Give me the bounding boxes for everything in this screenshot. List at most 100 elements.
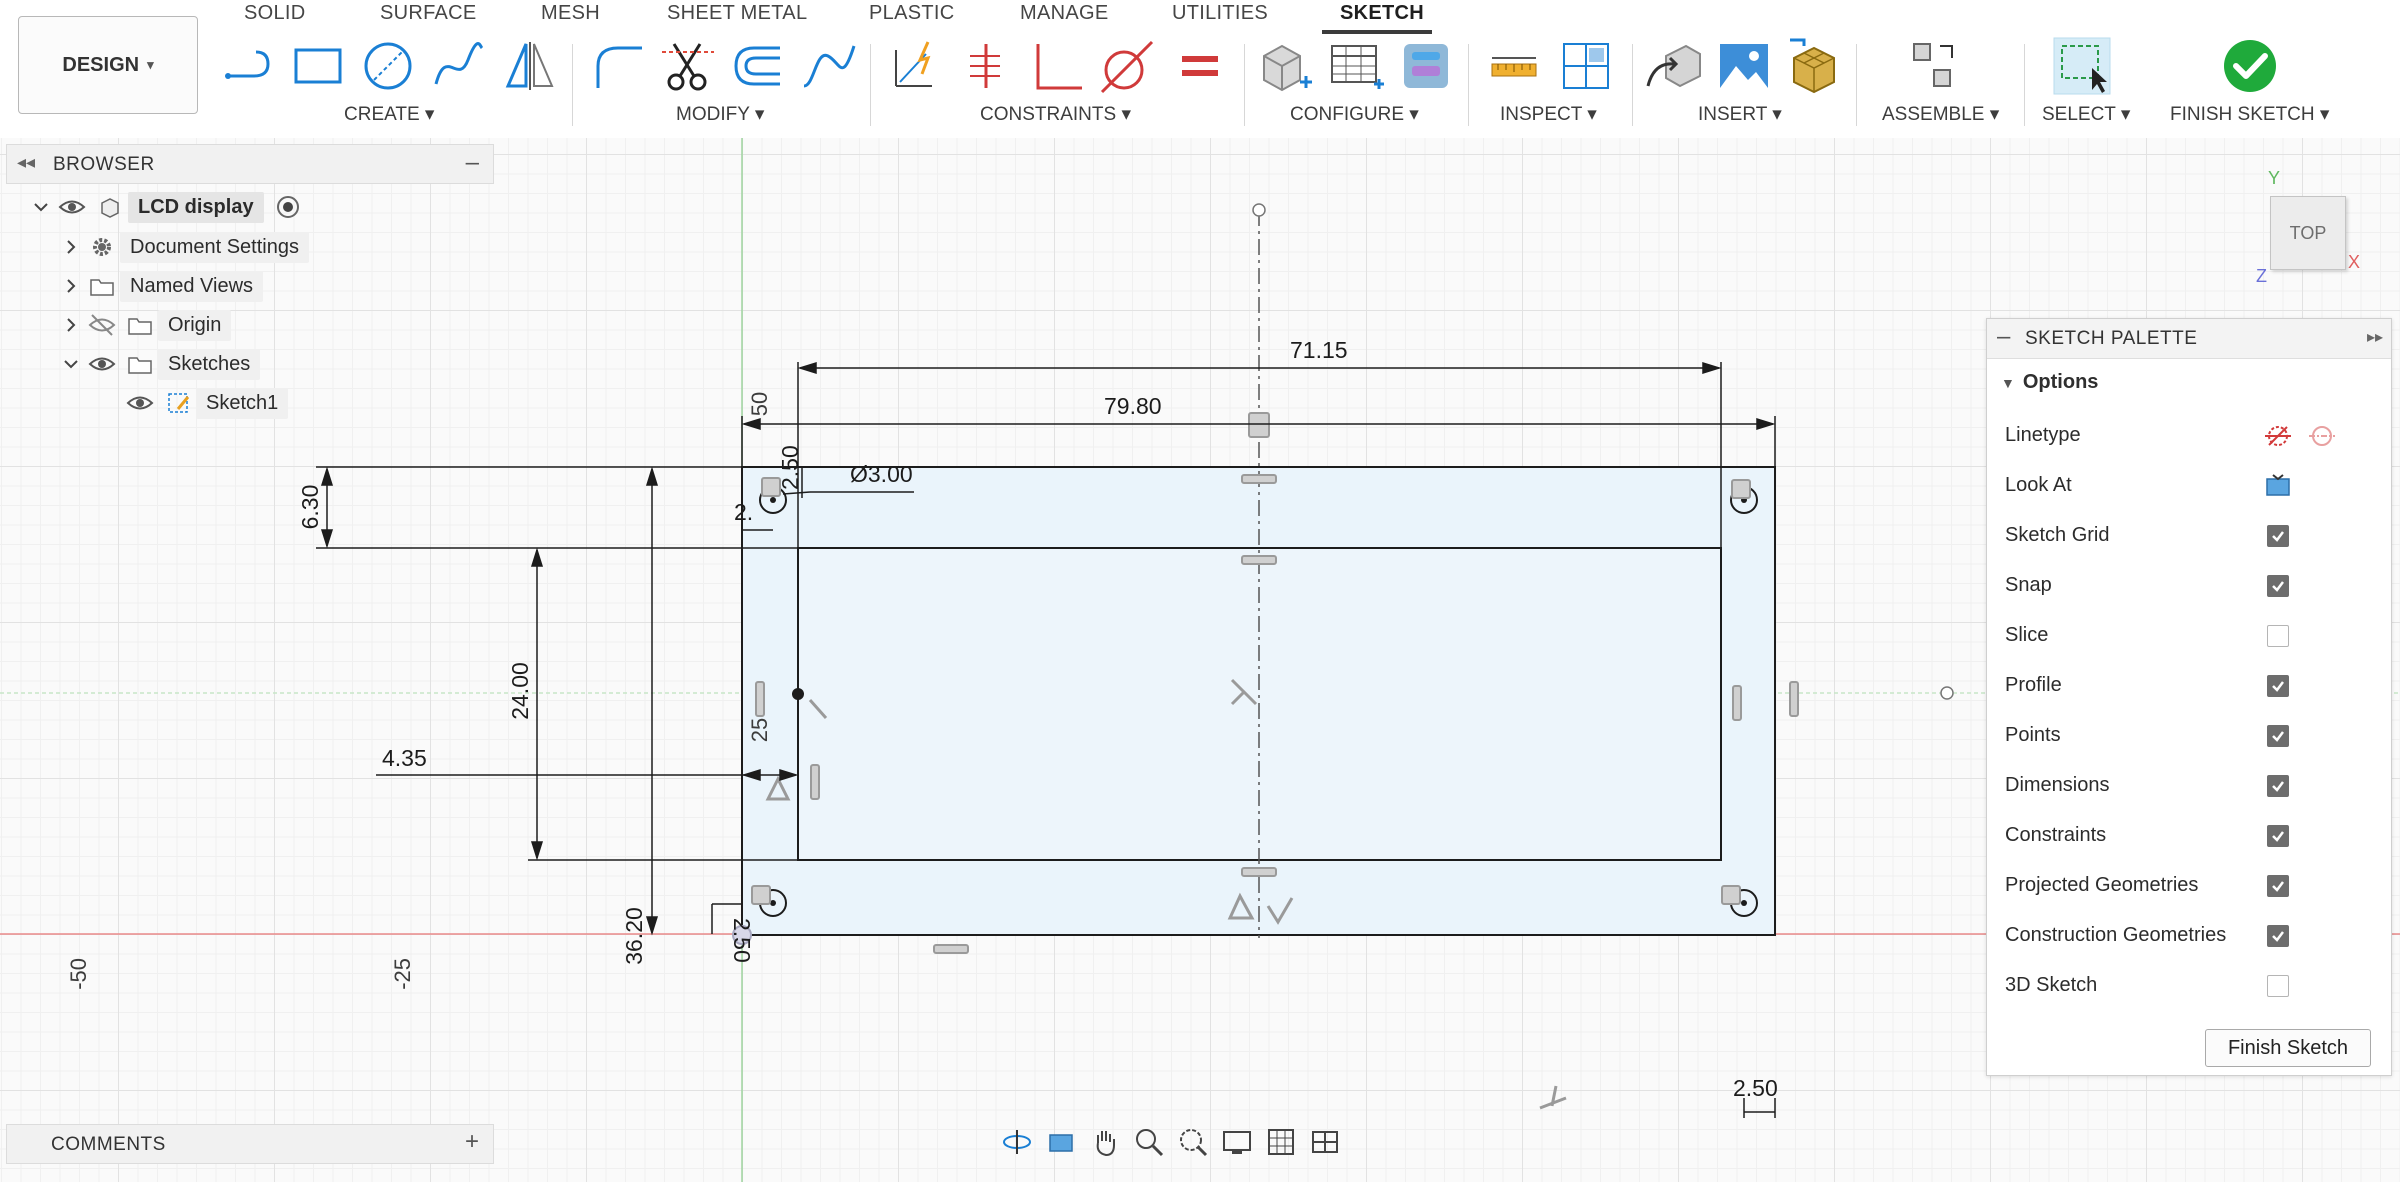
select-tool[interactable] <box>2052 36 2112 96</box>
configure-tool[interactable] <box>1256 36 1316 96</box>
finish-sketch-menu[interactable]: FINISH SKETCH ▾ <box>2170 103 2329 126</box>
dim-label-hole-x-top[interactable]: 2. <box>734 499 753 525</box>
assemble-tool[interactable] <box>1906 36 1966 96</box>
construction-linetype-icon[interactable] <box>2263 421 2293 451</box>
finish-sketch-tool[interactable] <box>2220 36 2280 96</box>
perpendicular-constraint[interactable] <box>1028 36 1088 96</box>
circle-tool[interactable] <box>358 36 418 96</box>
expand-icon[interactable]: ▸▸ <box>2367 327 2383 347</box>
snap-checkbox[interactable] <box>2267 575 2289 597</box>
grid-icon[interactable] <box>1264 1125 1298 1159</box>
spline-tool[interactable] <box>428 36 488 96</box>
dimension-left-offset[interactable] <box>376 768 799 782</box>
dim-label-left-offset[interactable]: 4.35 <box>382 745 427 771</box>
projected-geometries-checkbox[interactable] <box>2267 875 2289 897</box>
insert-derive-tool[interactable] <box>1644 36 1704 96</box>
mirror-tool[interactable] <box>498 36 558 96</box>
finish-sketch-button[interactable]: Finish Sketch <box>2205 1029 2371 1067</box>
tree-item-sketches[interactable]: Sketches <box>60 347 261 381</box>
eye-icon[interactable] <box>88 350 116 378</box>
tree-item-origin[interactable]: Origin <box>60 308 232 342</box>
collapse-panel-icon[interactable]: ◂◂ <box>17 152 35 173</box>
dimensions-checkbox[interactable] <box>2267 775 2289 797</box>
constraints-checkbox[interactable] <box>2267 825 2289 847</box>
trim-tool[interactable] <box>658 36 718 96</box>
measure-tool[interactable] <box>1484 36 1544 96</box>
select-menu[interactable]: SELECT ▾ <box>2042 103 2130 126</box>
sketch-grid-checkbox[interactable] <box>2267 525 2289 547</box>
constraints-menu[interactable]: CONSTRAINTS ▾ <box>980 103 1131 126</box>
workspace-switcher[interactable]: DESIGN ▾ <box>18 16 198 114</box>
modify-spline-tool[interactable] <box>798 36 858 96</box>
tree-item-named-views[interactable]: Named Views <box>60 269 264 303</box>
modify-menu[interactable]: MODIFY ▾ <box>676 103 764 126</box>
tab-plastic[interactable]: PLASTIC <box>869 2 954 32</box>
dim-label-inner-width[interactable]: 71.15 <box>1290 337 1348 363</box>
eye-icon[interactable] <box>58 193 86 221</box>
minimize-icon[interactable]: – <box>466 149 479 177</box>
tab-solid[interactable]: SOLID <box>244 2 306 32</box>
tab-mesh[interactable]: MESH <box>541 2 600 32</box>
tangent-constraint[interactable] <box>1096 36 1156 96</box>
eye-icon[interactable] <box>126 389 154 417</box>
tree-item-document-settings[interactable]: Document Settings <box>60 230 309 264</box>
profile-checkbox[interactable] <box>2267 675 2289 697</box>
options-section-header[interactable]: ▼ Options <box>2001 371 2098 394</box>
dim-label-right-hole-x[interactable]: 2.50 <box>1733 1075 1778 1101</box>
dim-label-hole-diameter[interactable]: Ø3.00 <box>850 461 913 487</box>
create-menu[interactable]: CREATE ▾ <box>344 103 434 126</box>
fillet-tool[interactable] <box>588 36 648 96</box>
tab-utilities[interactable]: UTILITIES <box>1172 2 1268 32</box>
minimize-icon[interactable]: – <box>1997 323 2010 351</box>
dimension-top-offset[interactable] <box>316 466 798 549</box>
tree-item-sketch1[interactable]: Sketch1 <box>120 386 289 420</box>
tab-manage[interactable]: MANAGE <box>1020 2 1108 32</box>
points-checkbox[interactable] <box>2267 725 2289 747</box>
display-settings-icon[interactable] <box>1220 1125 1254 1159</box>
add-comment-icon[interactable]: + <box>465 1128 479 1156</box>
eye-hidden-icon[interactable] <box>88 311 116 339</box>
dim-label-hole-y-top[interactable]: 2.50 <box>777 445 803 490</box>
coincident-constraint[interactable] <box>956 36 1016 96</box>
section-analysis-tool[interactable] <box>1556 36 1616 96</box>
tab-surface[interactable]: SURFACE <box>380 2 477 32</box>
midline-endpoint[interactable] <box>1940 686 1954 700</box>
activate-radio-icon[interactable] <box>274 193 302 221</box>
viewports-icon[interactable] <box>1308 1125 1342 1159</box>
chevron-down-icon[interactable] <box>60 353 82 375</box>
dim-label-top-offset[interactable]: 6.30 <box>297 485 323 530</box>
offset-tool[interactable] <box>728 36 788 96</box>
configure-rule-tool[interactable] <box>1396 36 1456 96</box>
tab-sketch[interactable]: SKETCH <box>1340 2 1424 32</box>
assemble-menu[interactable]: ASSEMBLE ▾ <box>1882 103 1999 126</box>
chevron-right-icon[interactable] <box>60 275 82 297</box>
dim-label-outer-width[interactable]: 79.80 <box>1104 393 1162 419</box>
tab-sheet-metal[interactable]: SHEET METAL <box>667 2 807 32</box>
rectangle-tool[interactable] <box>288 36 348 96</box>
configure-menu[interactable]: CONFIGURE ▾ <box>1290 103 1419 126</box>
configure-table-tool[interactable] <box>1326 36 1386 96</box>
inspect-menu[interactable]: INSPECT ▾ <box>1500 103 1597 126</box>
3d-sketch-checkbox[interactable] <box>2267 975 2289 997</box>
zoom-icon[interactable] <box>1132 1125 1166 1159</box>
viewcube[interactable]: TOP <box>2270 196 2346 270</box>
dim-label-total-height[interactable]: 36.20 <box>621 907 647 965</box>
look-at-icon[interactable] <box>2263 471 2293 501</box>
centerline-endpoint[interactable] <box>1252 203 1266 217</box>
tree-item-root[interactable]: LCD display <box>30 190 306 224</box>
slice-checkbox[interactable] <box>2267 625 2289 647</box>
look-at-icon[interactable] <box>1044 1125 1078 1159</box>
chevron-right-icon[interactable] <box>60 314 82 336</box>
sketch-point[interactable] <box>792 688 804 700</box>
chevron-right-icon[interactable] <box>60 236 82 258</box>
pan-hand-icon[interactable] <box>1088 1125 1122 1159</box>
insert-mesh-tool[interactable] <box>1784 36 1844 96</box>
line-tool[interactable] <box>220 36 280 96</box>
insert-menu[interactable]: INSERT ▾ <box>1698 103 1782 126</box>
insert-canvas-tool[interactable] <box>1714 36 1774 96</box>
orbit-icon[interactable] <box>1000 1125 1034 1159</box>
chevron-down-icon[interactable] <box>30 196 52 218</box>
centerline-linetype-icon[interactable] <box>2307 421 2337 451</box>
fit-icon[interactable] <box>1176 1125 1210 1159</box>
dimension-tool[interactable] <box>886 36 946 96</box>
